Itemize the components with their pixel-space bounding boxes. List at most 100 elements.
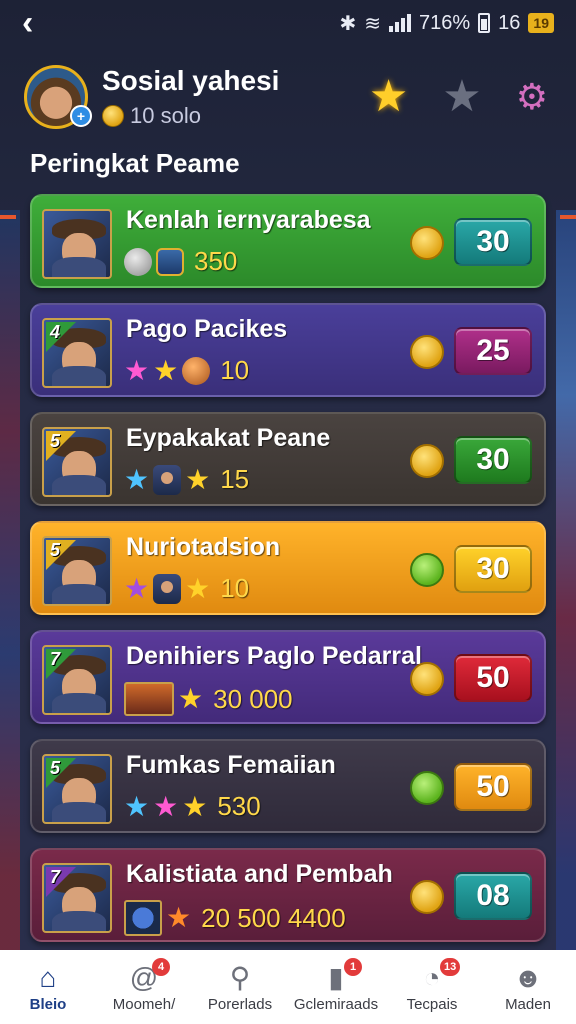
score-button[interactable]: 30 bbox=[454, 218, 532, 266]
nav-label: Moomeh/ bbox=[112, 996, 176, 1013]
coin-balance-text: 10 solo bbox=[130, 103, 201, 128]
nav-label: Porerlads bbox=[207, 996, 273, 1013]
gold-coin-icon bbox=[410, 662, 444, 696]
player-portrait: 7 bbox=[42, 645, 112, 715]
favorites-star-icon[interactable]: ★ bbox=[369, 75, 408, 119]
player-name: Kenlah iernyarabesa bbox=[126, 206, 371, 234]
player-stats: ★ 30 000 bbox=[124, 682, 293, 716]
gold-coin-icon bbox=[410, 226, 444, 260]
right-edge-marker bbox=[560, 215, 576, 219]
profile-icon: ☻ bbox=[513, 962, 543, 993]
nav-item-profile[interactable]: ☻ Maden bbox=[480, 962, 576, 1013]
back-button[interactable]: ‹ bbox=[22, 6, 52, 40]
gold-star-icon: ★ bbox=[182, 790, 208, 822]
right-background-strip bbox=[556, 210, 576, 950]
nav-item-chat[interactable]: ▮ 1 Gclemiraads bbox=[288, 958, 384, 1013]
score-button[interactable]: 30 bbox=[454, 436, 532, 484]
leaderboard-row[interactable]: 7 Denihiers Paglo Pedarral ★ 30 000 50 bbox=[30, 630, 546, 724]
status-time: 16 bbox=[498, 11, 521, 34]
nav-item-home[interactable]: ⌂ Bleio bbox=[0, 962, 96, 1013]
player-portrait: 4 bbox=[42, 318, 112, 388]
status-icons: ✱ ≋ 716% 16 19 bbox=[339, 11, 554, 36]
notification-badge: 13 bbox=[440, 958, 461, 976]
header-actions: ★ ★ ⚙ bbox=[369, 75, 552, 119]
player-points: 10 bbox=[220, 573, 250, 603]
player-name: Denihiers Paglo Pedarral bbox=[126, 642, 422, 670]
player-points: 10 bbox=[220, 355, 250, 385]
chat-icon: ▮ bbox=[328, 962, 344, 993]
player-points: 30 000 bbox=[213, 683, 293, 714]
add-friend-icon[interactable]: + bbox=[70, 105, 92, 127]
section-title: Peringkat Peame bbox=[30, 148, 240, 178]
nav-item-at-sign[interactable]: @ 4 Moomeh/ bbox=[96, 958, 192, 1013]
home-icon: ⌂ bbox=[39, 962, 57, 993]
player-portrait: 5 bbox=[42, 427, 112, 497]
page-title: Sosial yahesi bbox=[102, 65, 280, 96]
settings-gear-icon[interactable]: ⚙ bbox=[516, 79, 548, 115]
coin-icon bbox=[102, 105, 124, 127]
notification-badge: 1 bbox=[344, 958, 362, 976]
score-button[interactable]: 50 bbox=[454, 763, 532, 811]
rank-number: 5 bbox=[50, 431, 61, 451]
player-name: Eypakakat Peane bbox=[126, 424, 331, 452]
player-points: 350 bbox=[194, 246, 238, 276]
player-stats: ★ ★ 10 bbox=[124, 573, 249, 604]
score-button[interactable]: 08 bbox=[454, 872, 532, 920]
rank-number: 5 bbox=[50, 540, 61, 560]
player-points: 530 bbox=[217, 791, 261, 821]
gold-star-icon: ★ bbox=[185, 463, 211, 495]
team-picture-icon bbox=[124, 682, 174, 716]
bronze-medal-icon bbox=[182, 356, 211, 385]
player-portrait bbox=[42, 209, 112, 279]
avatar[interactable]: + bbox=[24, 65, 92, 129]
nav-label: Tecpais bbox=[406, 996, 458, 1013]
profile-header: + Sosial yahesi 10 solo ★ ★ ⚙ bbox=[24, 60, 552, 134]
nav-item-compass[interactable]: ◔ 13 Tecpais bbox=[384, 958, 480, 1013]
leaderboard-row[interactable]: 5 Eypakakat Peane ★ ★ 15 30 bbox=[30, 412, 546, 506]
player-stats: 350 bbox=[124, 246, 237, 277]
rank-number: 7 bbox=[50, 649, 61, 669]
leaderboard-row[interactable]: 5 Fumkas Femaiian ★ ★ ★ 530 50 bbox=[30, 739, 546, 833]
score-button[interactable]: 30 bbox=[454, 545, 532, 593]
battery-percent: 716% bbox=[419, 11, 471, 34]
score-button[interactable]: 25 bbox=[454, 327, 532, 375]
player-stats: ★ ★ ★ 530 bbox=[124, 791, 261, 822]
silver-medal-icon bbox=[124, 247, 152, 276]
status-bar: ‹ ✱ ≋ 716% 16 19 bbox=[0, 0, 576, 46]
leaderboard-row[interactable]: 4 Pago Pacikes ★ ★ 10 25 bbox=[30, 303, 546, 397]
gold-star-icon: ★ bbox=[178, 683, 204, 714]
player-name: Pago Pacikes bbox=[126, 315, 288, 343]
location-pin-icon: ⚲ bbox=[229, 962, 251, 993]
status-badge: 19 bbox=[528, 13, 554, 33]
leaderboard-row[interactable]: Kenlah iernyarabesa 350 30 bbox=[30, 194, 546, 288]
player-name: Kalistiata and Pembah bbox=[126, 860, 393, 888]
left-edge-marker bbox=[0, 215, 16, 219]
rank-number: 7 bbox=[50, 867, 61, 887]
battery-icon bbox=[478, 13, 491, 33]
wifi-icon: ≋ bbox=[364, 12, 382, 35]
nav-item-location-pin[interactable]: ⚲ Porerlads bbox=[192, 962, 288, 1013]
player-name: Fumkas Femaiian bbox=[126, 751, 336, 779]
compass-icon: ◔ bbox=[423, 962, 441, 993]
bluetooth-icon: ✱ bbox=[339, 12, 357, 35]
pink-star-icon: ★ bbox=[124, 354, 150, 386]
blue-star-icon: ★ bbox=[124, 790, 150, 822]
leaderboard-row[interactable]: 5 Nuriotadsion ★ ★ 10 30 bbox=[30, 521, 546, 615]
nav-label: Gclemiraads bbox=[293, 996, 379, 1013]
rank-number: 5 bbox=[50, 758, 61, 778]
player-points: 15 bbox=[220, 464, 250, 494]
green-coin-icon bbox=[410, 553, 444, 587]
signal-icon bbox=[389, 14, 412, 32]
player-portrait: 5 bbox=[42, 536, 112, 606]
gold-star-icon: ★ bbox=[185, 572, 211, 604]
mini-avatar-icon bbox=[153, 464, 182, 495]
score-button[interactable]: 50 bbox=[454, 654, 532, 702]
player-name: Nuriotadsion bbox=[126, 533, 281, 561]
gold-star-icon: ★ bbox=[153, 354, 179, 386]
leaderboard-list: Kenlah iernyarabesa 350 30 4 Pago Pacike… bbox=[30, 194, 546, 977]
player-portrait: 5 bbox=[42, 754, 112, 824]
pink-star-icon: ★ bbox=[153, 790, 179, 822]
leaderboard-row[interactable]: 7 Kalistiata and Pembah ★ 20 500 4400 08 bbox=[30, 848, 546, 942]
rating-star-icon[interactable]: ★ bbox=[442, 75, 481, 119]
left-background-strip bbox=[0, 210, 20, 950]
